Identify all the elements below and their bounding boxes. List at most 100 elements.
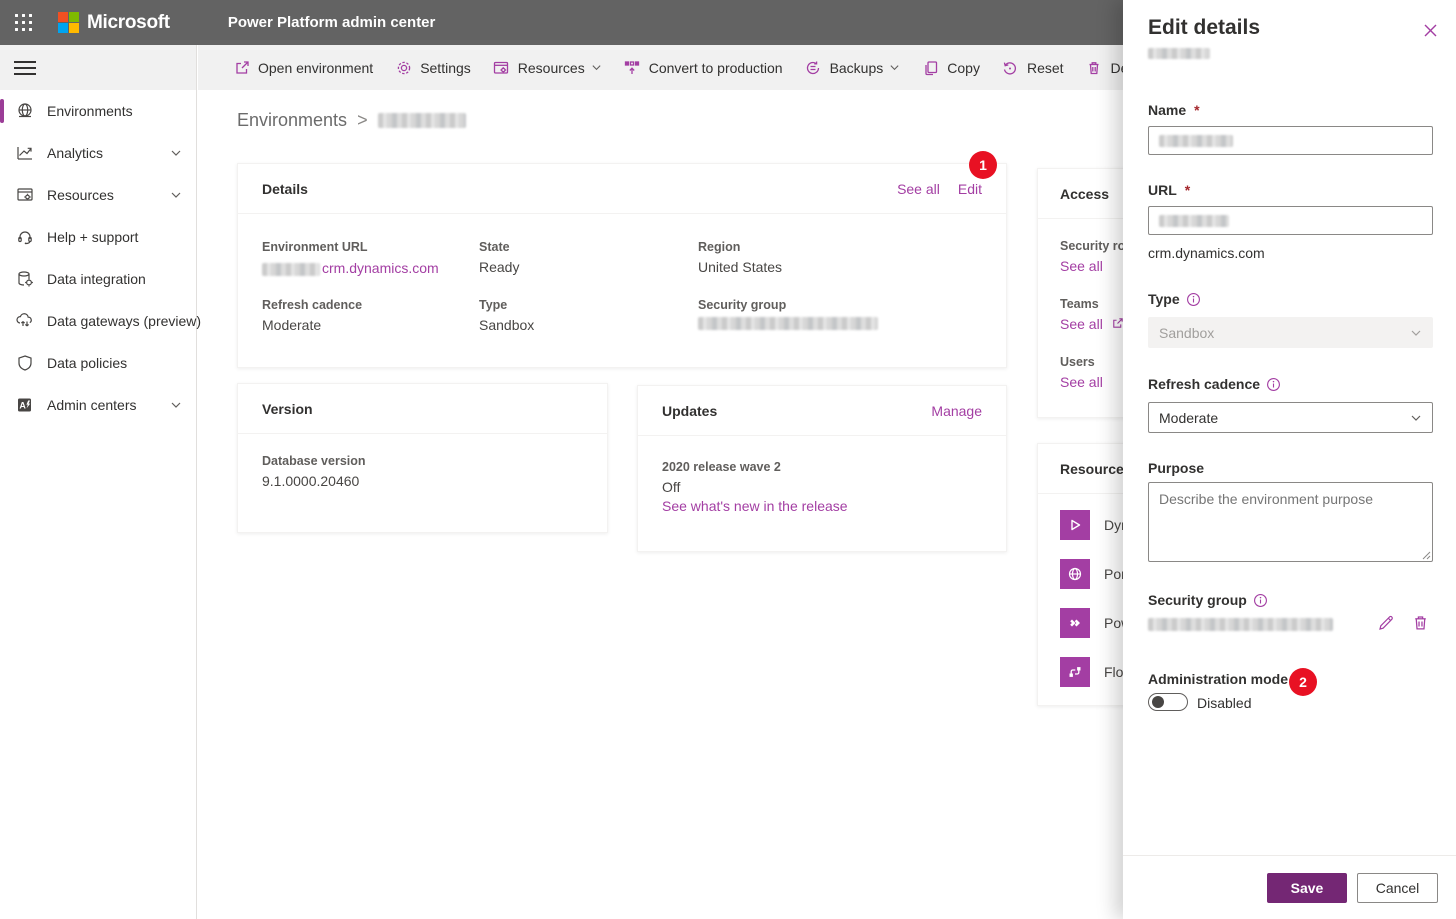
info-icon[interactable]	[1266, 377, 1281, 392]
textarea-resize-grip[interactable]	[1422, 551, 1431, 560]
edit-security-group-pencil-icon[interactable]	[1376, 613, 1396, 633]
environment-url-prefix-redacted	[262, 262, 320, 276]
chevron-down-icon	[170, 147, 182, 159]
details-card-title: Details	[262, 180, 308, 197]
data-integration-icon	[15, 269, 35, 289]
refresh-cadence-dropdown-value: Moderate	[1159, 409, 1219, 426]
settings-gear-icon	[394, 58, 413, 77]
sidebar-item-data-gateways[interactable]: Data gateways (preview)	[0, 300, 201, 342]
hamburger-menu-icon[interactable]	[14, 57, 36, 79]
close-icon[interactable]	[1421, 21, 1439, 39]
annotation-badge-1: 1	[969, 151, 997, 179]
administration-mode-toggle[interactable]	[1148, 693, 1188, 711]
sidebar-item-label: Resources	[47, 187, 114, 203]
portals-tile[interactable]	[1060, 559, 1090, 589]
waffle-icon	[14, 13, 33, 32]
required-asterisk: *	[1184, 182, 1191, 198]
url-input[interactable]	[1148, 206, 1433, 235]
flows-label[interactable]: Flo	[1104, 664, 1123, 680]
sidebar-item-analytics[interactable]: Analytics	[0, 132, 196, 174]
updates-manage-link[interactable]: Manage	[931, 403, 982, 419]
svg-text:A: A	[19, 401, 26, 411]
dynamics-apps-tile[interactable]	[1060, 510, 1090, 540]
url-field-label: URL *	[1148, 182, 1191, 198]
data-gateways-cloud-icon	[15, 311, 35, 331]
security-group-field-label: Security group	[1148, 592, 1268, 608]
sidebar-item-resources[interactable]: Resources	[0, 174, 196, 216]
type-dropdown-value: Sandbox	[1159, 324, 1215, 341]
field-label: State	[479, 240, 510, 254]
info-icon[interactable]	[1253, 593, 1268, 608]
flows-tile[interactable]	[1060, 657, 1090, 687]
delete-security-group-trash-icon[interactable]	[1411, 613, 1430, 632]
type-value: Sandbox	[479, 317, 535, 333]
admin-centers-icon: A	[15, 395, 35, 415]
security-roles-see-all-link[interactable]: See all	[1060, 258, 1103, 274]
sidebar-item-data-policies[interactable]: Data policies	[0, 342, 196, 384]
save-button[interactable]: Save	[1267, 873, 1347, 903]
portals-globe-icon	[1067, 566, 1083, 582]
convert-to-production-button[interactable]: Convert to production	[623, 58, 783, 77]
sidebar-item-environments[interactable]: Environments	[0, 90, 196, 132]
open-environment-icon	[232, 58, 251, 77]
sidebar-item-label: Help + support	[47, 229, 139, 245]
environment-url-link[interactable]: crm.dynamics.com	[322, 260, 439, 276]
waffle-menu-button[interactable]	[0, 0, 46, 45]
release-whats-new-link[interactable]: See what's new in the release	[662, 498, 848, 514]
environment-url-value: crm.dynamics.com	[262, 260, 439, 276]
annotation-badge-2: 2	[1289, 668, 1317, 696]
app-title: Power Platform admin center	[227, 14, 436, 31]
name-input[interactable]	[1148, 126, 1433, 155]
breadcrumb-environments-link[interactable]: Environments	[237, 110, 347, 131]
resources-menu-button[interactable]: Resources	[492, 58, 602, 77]
panel-title: Edit details	[1148, 16, 1261, 39]
open-environment-button[interactable]: Open environment	[232, 58, 373, 77]
cancel-button[interactable]: Cancel	[1357, 873, 1438, 903]
left-nav: Environments Analytics Resources Help + …	[0, 45, 201, 919]
sidebar-item-admin-centers[interactable]: A Admin centers	[0, 384, 196, 426]
reset-button[interactable]: Reset	[1001, 58, 1064, 77]
field-label: Database version	[262, 454, 366, 468]
purpose-textarea[interactable]	[1148, 482, 1433, 562]
panel-footer-divider	[1123, 855, 1456, 856]
page: Microsoft Power Platform admin center En…	[0, 0, 1456, 919]
teams-label: Teams	[1060, 297, 1099, 311]
type-field-label: Type	[1148, 291, 1201, 307]
teams-see-all-link[interactable]: See all	[1060, 316, 1103, 332]
users-see-all-link[interactable]: See all	[1060, 374, 1103, 390]
security-roles-label: Security rol	[1060, 239, 1129, 253]
chevron-down-icon	[170, 189, 182, 201]
field-label: Refresh cadence	[262, 298, 363, 312]
settings-button[interactable]: Settings	[394, 58, 471, 77]
reset-icon	[1001, 58, 1020, 77]
name-field-label: Name *	[1148, 102, 1200, 118]
sidebar-item-label: Analytics	[47, 145, 104, 161]
copy-icon	[921, 58, 940, 77]
administration-mode-label: Administration mode	[1148, 671, 1289, 687]
sidebar-item-label: Data gateways (preview)	[47, 313, 202, 329]
administration-mode-status: Disabled	[1197, 695, 1252, 711]
breadcrumb: Environments >	[237, 110, 466, 131]
url-value-redacted	[1159, 214, 1229, 227]
copy-button[interactable]: Copy	[921, 58, 980, 77]
details-edit-link[interactable]: Edit	[958, 181, 982, 197]
microsoft-logo-icon	[58, 12, 79, 33]
sidebar-item-label: Environments	[47, 103, 133, 119]
data-policies-shield-icon	[15, 353, 35, 373]
refresh-cadence-dropdown[interactable]: Moderate	[1148, 402, 1433, 433]
required-asterisk: *	[1194, 102, 1200, 118]
microsoft-logo[interactable]: Microsoft	[58, 12, 170, 34]
sidebar-item-help-support[interactable]: Help + support	[0, 216, 196, 258]
details-card: Details See all Edit Environment URL crm…	[237, 163, 1007, 368]
details-see-all-link[interactable]: See all	[897, 181, 940, 197]
updates-card: Updates Manage 2020 release wave 2 Off S…	[637, 385, 1007, 552]
analytics-chart-icon	[15, 143, 35, 163]
info-icon[interactable]	[1186, 292, 1201, 307]
version-card: Version Database version 9.1.0000.20460	[237, 383, 608, 533]
sidebar-item-data-integration[interactable]: Data integration	[0, 258, 196, 300]
users-label: Users	[1060, 355, 1095, 369]
sidebar-item-label: Data integration	[47, 271, 146, 287]
backups-menu-button[interactable]: Backups	[804, 58, 901, 77]
power-apps-tile[interactable]	[1060, 608, 1090, 638]
chevron-down-icon	[1410, 412, 1422, 424]
